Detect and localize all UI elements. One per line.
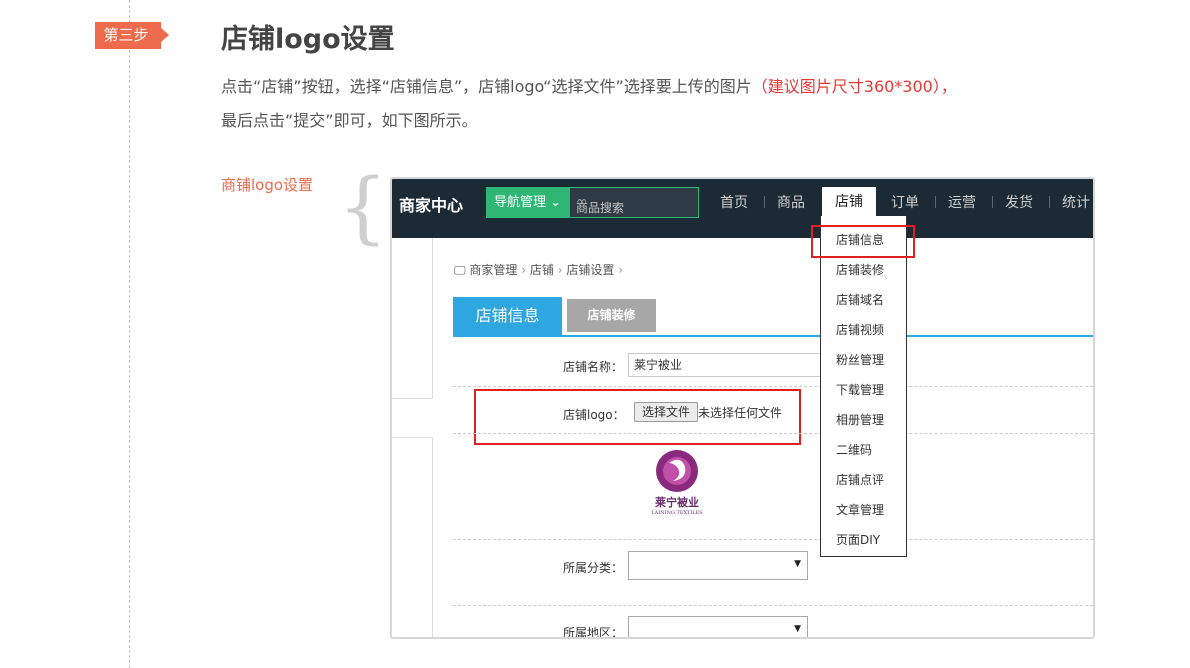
chevron-right-icon: › <box>557 263 563 277</box>
tab-shop-info[interactable]: 店铺信息 <box>453 297 562 336</box>
breadcrumb-item[interactable]: 店铺设置 <box>566 263 614 277</box>
monitor-icon: 🖵 <box>454 263 466 277</box>
menu-separator <box>992 196 993 208</box>
description-highlight: （建议图片尺寸360*300）， <box>751 77 957 96</box>
highlight-box <box>474 389 801 445</box>
screenshot-frame: 商家中心 导航管理 ⌄ 商品搜索 ∞ 首页 商品 店铺 订单 运营 发货 统计 … <box>390 177 1095 639</box>
description-line1: 点击“店铺”按钮，选择“店铺信息”，店铺logo“选择文件”选择要上传的图片 <box>221 77 752 96</box>
shop-logo: 莱宁被业 LAINING TEXTILES <box>647 449 707 519</box>
region-select[interactable]: ▼ <box>628 616 808 637</box>
breadcrumb-item[interactable]: 商家管理 <box>469 263 517 277</box>
dropdown-item[interactable]: 页面DIY <box>836 531 880 548</box>
divider <box>453 605 1093 606</box>
dropdown-item[interactable]: 二维码 <box>836 441 872 458</box>
menu-separator <box>1049 196 1050 208</box>
nav-manage-button[interactable]: 导航管理 ⌄ <box>486 187 569 218</box>
search-input[interactable]: 商品搜索 ∞ <box>569 187 699 218</box>
highlight-box <box>811 225 915 258</box>
step-badge: 第三步 <box>95 22 169 49</box>
menu-shop[interactable]: 店铺 <box>822 187 876 217</box>
brand-title: 商家中心 <box>399 196 464 215</box>
menu-separator <box>764 196 765 208</box>
dropdown-item[interactable]: 店铺装修 <box>836 261 884 278</box>
side-label: 商铺logo设置 <box>221 176 314 194</box>
menu-home[interactable]: 首页 <box>720 192 748 212</box>
breadcrumb-item[interactable]: 店铺 <box>530 263 554 277</box>
top-bar: 商家中心 导航管理 ⌄ 商品搜索 ∞ 首页 商品 店铺 订单 运营 发货 统计 <box>392 179 1093 238</box>
caret-down-icon: ▼ <box>794 559 801 569</box>
left-strip <box>392 238 433 399</box>
caret-down-icon: ▼ <box>794 624 801 634</box>
dropdown-item[interactable]: 店铺域名 <box>836 291 884 308</box>
dropdown-item[interactable]: 店铺点评 <box>836 471 884 488</box>
chevron-right-icon: › <box>618 263 624 277</box>
tab-underline <box>453 335 1093 337</box>
menu-goods[interactable]: 商品 <box>777 192 805 212</box>
dropdown-item[interactable]: 相册管理 <box>836 411 884 428</box>
chevron-right-icon: › <box>521 263 527 277</box>
shop-dropdown-menu: 店铺信息 店铺装修 店铺域名 店铺视频 粉丝管理 下载管理 相册管理 二维码 店… <box>820 216 907 557</box>
page-title: 店铺logo设置 <box>221 24 395 55</box>
dropdown-item[interactable]: 下载管理 <box>836 381 884 398</box>
chevron-down-icon: ⌄ <box>550 195 562 210</box>
dropdown-item[interactable]: 店铺视频 <box>836 321 884 338</box>
menu-operation[interactable]: 运营 <box>948 192 976 212</box>
divider <box>453 386 1093 387</box>
binoculars-icon[interactable]: ∞ <box>576 194 692 210</box>
brace-decoration: { <box>338 163 388 253</box>
timeline-line <box>129 0 130 668</box>
region-label: 所属地区： <box>563 626 624 639</box>
shop-name-label: 店铺名称： <box>563 360 624 374</box>
category-label: 所属分类： <box>563 561 624 575</box>
divider <box>453 539 1093 540</box>
menu-orders[interactable]: 订单 <box>891 192 919 212</box>
menu-stats[interactable]: 统计 <box>1062 192 1090 212</box>
menu-delivery[interactable]: 发货 <box>1005 192 1033 212</box>
tab-shop-decoration[interactable]: 店铺装修 <box>567 299 656 332</box>
menu-separator <box>935 196 936 208</box>
category-select[interactable]: ▼ <box>628 551 808 580</box>
left-strip <box>392 437 433 637</box>
breadcrumb: 🖵 商家管理 › 店铺 › 店铺设置 › <box>454 261 623 278</box>
description-line2: 最后点击“提交”即可，如下图所示。 <box>221 111 478 130</box>
dropdown-item[interactable]: 文章管理 <box>836 501 884 518</box>
dropdown-item[interactable]: 粉丝管理 <box>836 351 884 368</box>
shop-name-input[interactable]: 莱宁被业 <box>628 353 835 377</box>
description: 点击“店铺”按钮，选择“店铺信息”，店铺logo“选择文件”选择要上传的图片（建… <box>221 70 1121 138</box>
divider <box>453 433 1093 434</box>
